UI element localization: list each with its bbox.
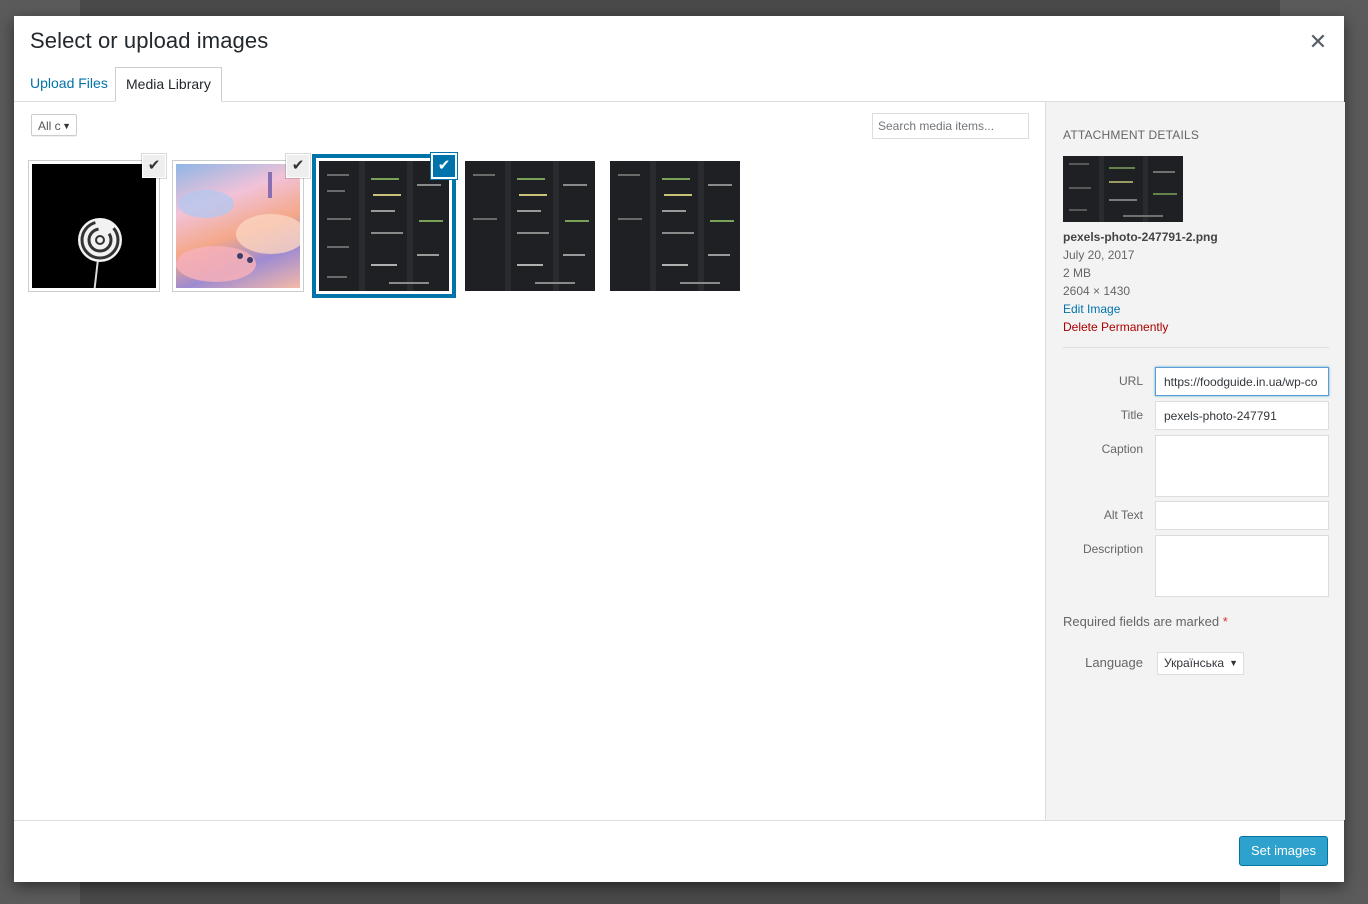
attachment-details-sidebar: Attachment Details pexels-photo-247791-2… [1045, 102, 1345, 820]
media-toolbar: Set images [14, 820, 1344, 882]
attachment-thumbnail [319, 161, 449, 291]
description-field[interactable] [1155, 535, 1329, 597]
dropdown-arrow-icon: ▼ [62, 121, 71, 131]
required-note-text: Required fields are marked [1063, 614, 1220, 629]
dropdown-arrow-icon: ▼ [1229, 658, 1238, 668]
attachment-filename: pexels-photo-247791-2.png [1063, 230, 1218, 244]
attachment-item[interactable] [610, 161, 740, 291]
attachment-details-heading: Attachment Details [1063, 128, 1200, 142]
language-select[interactable]: Українська ▼ [1157, 652, 1244, 675]
media-content: All c ▼ ✔ [14, 102, 1044, 820]
attachment-item[interactable] [465, 161, 595, 291]
attachment-thumbnail [465, 161, 595, 291]
delete-permanently-link[interactable]: Delete Permanently [1063, 320, 1168, 334]
url-label: URL [1118, 374, 1143, 388]
attachment-thumbnail [176, 164, 300, 288]
media-router-tabs: Upload Files Media Library [14, 64, 1344, 102]
media-modal: Select or upload images ✕ Upload Files M… [14, 16, 1345, 882]
alt-text-field[interactable] [1155, 501, 1329, 530]
media-filter-value: All c [38, 119, 61, 133]
title-label: Title [1120, 408, 1143, 422]
checkmark-icon[interactable]: ✔ [142, 154, 166, 178]
description-label: Description [1082, 542, 1143, 556]
edit-image-link[interactable]: Edit Image [1063, 302, 1120, 316]
attachment-thumbnail [32, 164, 156, 288]
attachment-date: July 20, 2017 [1063, 248, 1135, 262]
close-icon[interactable]: ✕ [1306, 30, 1330, 54]
required-fields-note: Required fields are marked * [1063, 614, 1228, 629]
sidebar-divider [1063, 347, 1329, 348]
tab-media-library[interactable]: Media Library [115, 67, 222, 102]
attachment-preview-thumbnail [1063, 156, 1183, 222]
attachment-thumbnail [610, 161, 740, 291]
required-star: * [1222, 614, 1228, 629]
media-filter-select[interactable]: All c ▼ [31, 114, 77, 136]
url-field[interactable] [1155, 367, 1329, 396]
attachment-item[interactable]: ✔ [29, 154, 166, 291]
attachment-item[interactable]: ✔ [173, 154, 310, 291]
checkmark-icon[interactable]: ✔ [432, 154, 456, 178]
caption-label: Caption [1101, 442, 1143, 456]
checkmark-icon[interactable]: ✔ [286, 154, 310, 178]
modal-title: Select or upload images [30, 28, 269, 53]
set-images-button[interactable]: Set images [1239, 836, 1328, 866]
attachment-item[interactable]: ✔ [319, 154, 456, 291]
attachment-filesize: 2 MB [1063, 266, 1092, 280]
search-media-input[interactable] [872, 113, 1029, 139]
attachment-dimensions: 2604 × 1430 [1063, 284, 1131, 298]
language-value: Українська [1164, 656, 1225, 670]
caption-field[interactable] [1155, 435, 1329, 497]
tab-upload-files[interactable]: Upload Files [20, 67, 118, 99]
title-field[interactable] [1155, 401, 1329, 430]
language-label: Language [1085, 655, 1143, 670]
alt-text-label: Alt Text [1103, 508, 1143, 522]
